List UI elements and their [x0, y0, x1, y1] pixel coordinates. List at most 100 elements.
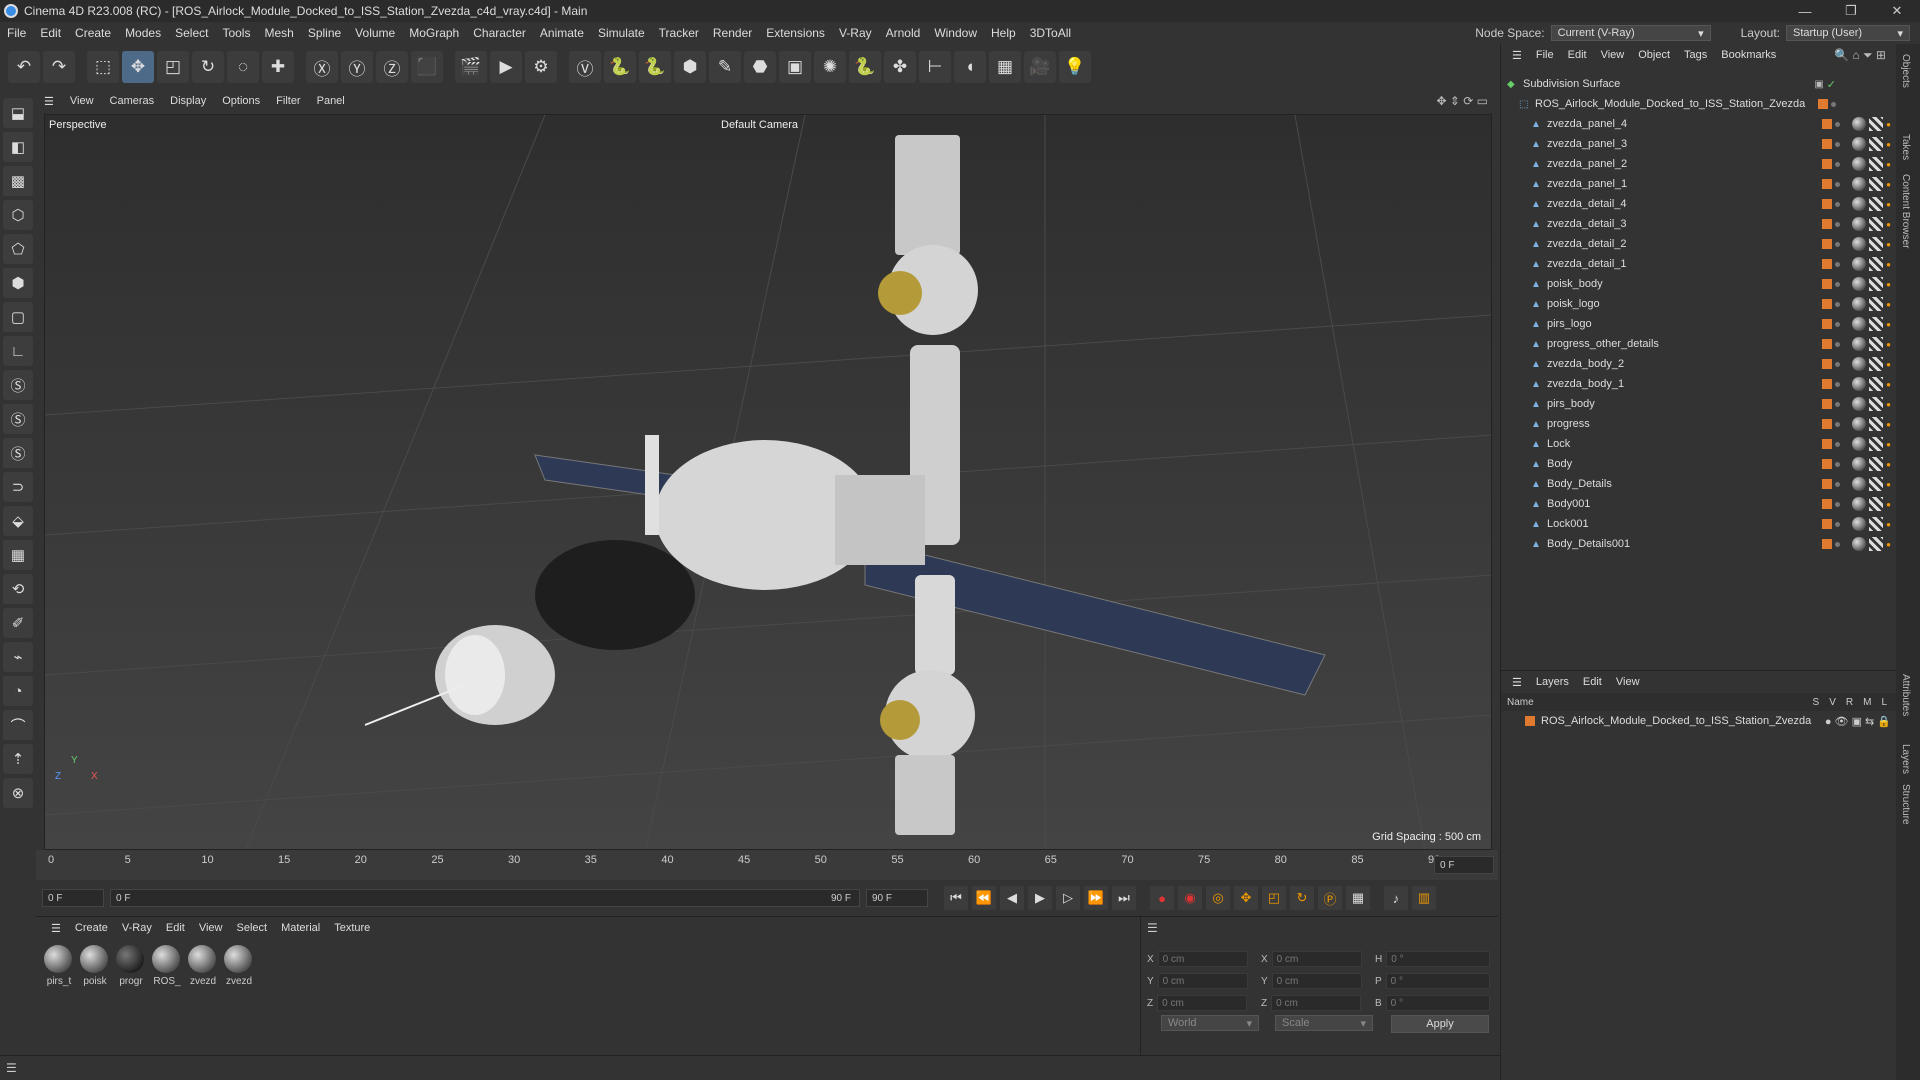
render-settings-button[interactable]: ⚙: [525, 51, 557, 83]
menu-create[interactable]: Create: [68, 26, 118, 40]
status-hamburger-icon[interactable]: ☰: [6, 1061, 17, 1075]
viewport-hamburger-icon[interactable]: ☰: [36, 95, 62, 108]
object-row[interactable]: ▲ progress ●: [1501, 414, 1897, 434]
layer-color-swatch[interactable]: [1822, 319, 1833, 329]
uvw-tag-icon[interactable]: [1869, 437, 1884, 451]
object-row[interactable]: ▲ poisk_logo ●: [1501, 294, 1897, 314]
material-tag-icon[interactable]: [1852, 417, 1867, 431]
autokey-button[interactable]: ◉: [1178, 886, 1202, 910]
next-key-button[interactable]: ⏩: [1084, 886, 1108, 910]
visibility-dot[interactable]: [1835, 121, 1841, 127]
timeline-window-button[interactable]: ▥: [1412, 886, 1436, 910]
size-z-field[interactable]: 0 cm: [1271, 995, 1362, 1011]
magnet-button[interactable]: ⊃: [3, 472, 33, 502]
material-menu-vray[interactable]: V-Ray: [115, 922, 159, 934]
objects-menu-edit[interactable]: Edit: [1561, 49, 1594, 61]
uvw-tag-icon[interactable]: [1869, 517, 1884, 531]
key-rotation-button[interactable]: ↻: [1290, 886, 1314, 910]
menu-tracker[interactable]: Tracker: [652, 26, 706, 40]
visibility-dot[interactable]: [1835, 141, 1841, 147]
menu-file[interactable]: File: [0, 26, 33, 40]
visibility-dot[interactable]: [1835, 161, 1841, 167]
visibility-dot[interactable]: [1835, 541, 1841, 547]
play-button[interactable]: ▶: [1028, 886, 1052, 910]
menu-tools[interactable]: Tools: [215, 26, 257, 40]
key-position-button[interactable]: ✥: [1234, 886, 1258, 910]
uvw-tag-icon[interactable]: [1869, 457, 1884, 471]
node-space-dropdown[interactable]: Current (V-Ray) ▾: [1550, 25, 1711, 41]
object-row[interactable]: ▲ Body ●: [1501, 454, 1897, 474]
viewport-menu-view[interactable]: View: [62, 95, 102, 107]
menu-modes[interactable]: Modes: [118, 26, 168, 40]
layer-color-swatch[interactable]: [1822, 159, 1833, 169]
rotation-p-field[interactable]: 0 °: [1385, 973, 1490, 989]
menu-arnold[interactable]: Arnold: [879, 26, 928, 40]
visibility-dot[interactable]: [1835, 421, 1841, 427]
prev-key-button[interactable]: ⏪: [972, 886, 996, 910]
menu-help[interactable]: Help: [984, 26, 1023, 40]
motion-system-button[interactable]: ♪: [1384, 886, 1408, 910]
layer-color-swatch[interactable]: [1822, 279, 1833, 289]
visibility-dot[interactable]: [1835, 341, 1841, 347]
y-axis-button[interactable]: Ⓨ: [341, 51, 373, 83]
visibility-dot[interactable]: [1835, 321, 1841, 327]
go-to-start-button[interactable]: ⏮: [944, 886, 968, 910]
object-row[interactable]: ▲ progress_other_details ●: [1501, 334, 1897, 354]
visibility-dot[interactable]: [1835, 241, 1841, 247]
uv-mode-button[interactable]: ▢: [3, 302, 33, 332]
layer-color-swatch[interactable]: [1818, 99, 1828, 109]
cloner-button[interactable]: ✤: [884, 51, 916, 83]
material-tag-icon[interactable]: [1852, 277, 1867, 291]
recent-tools-button[interactable]: ◌: [227, 51, 259, 83]
material-tag-icon[interactable]: [1852, 157, 1867, 171]
object-row-root[interactable]: ◆ Subdivision Surface ▣ ✓: [1501, 74, 1897, 94]
uvw-tag-icon[interactable]: [1869, 497, 1884, 511]
material-swatch[interactable]: poisk: [80, 945, 110, 987]
objects-menu-bookmarks[interactable]: Bookmarks: [1714, 49, 1783, 61]
position-x-field[interactable]: 0 cm: [1157, 951, 1248, 967]
undo-button[interactable]: ↶: [8, 51, 40, 83]
layer-color-swatch[interactable]: [1822, 379, 1833, 389]
object-row[interactable]: ▲ zvezda_panel_4 ●: [1501, 114, 1897, 134]
layers-menu-layers[interactable]: Layers: [1529, 676, 1576, 688]
layer-color-swatch[interactable]: [1822, 179, 1833, 189]
size-x-field[interactable]: 0 cm: [1271, 951, 1362, 967]
layer-color-swatch[interactable]: [1822, 199, 1833, 209]
tab-content-browser[interactable]: Content Browser: [1900, 174, 1911, 248]
vray-button[interactable]: Ⓥ: [569, 51, 601, 83]
visibility-dot[interactable]: [1835, 501, 1841, 507]
object-row[interactable]: ▲ Lock001 ●: [1501, 514, 1897, 534]
x-axis-button[interactable]: Ⓧ: [306, 51, 338, 83]
field-button[interactable]: ◖: [954, 51, 986, 83]
rotation-h-field[interactable]: 0 °: [1386, 951, 1491, 967]
editor-toggle-icon[interactable]: ▣: [1814, 79, 1823, 90]
bridge-button[interactable]: ⌒: [3, 710, 33, 740]
current-frame-field[interactable]: 0 F: [42, 889, 104, 907]
visibility-dot[interactable]: [1835, 201, 1841, 207]
material-tag-icon[interactable]: [1852, 237, 1867, 251]
visibility-dot[interactable]: [1835, 261, 1841, 267]
coordinates-hamburger-icon[interactable]: ☰: [1147, 921, 1158, 935]
visibility-dot[interactable]: [1835, 221, 1841, 227]
material-tag-icon[interactable]: [1852, 397, 1867, 411]
layer-color-swatch[interactable]: [1525, 716, 1535, 726]
visibility-dot[interactable]: [1835, 181, 1841, 187]
key-param-button[interactable]: Ⓟ: [1318, 886, 1342, 910]
uvw-tag-icon[interactable]: [1869, 117, 1884, 131]
object-row[interactable]: ▲ Lock ●: [1501, 434, 1897, 454]
rotate-button[interactable]: ↻: [192, 51, 224, 83]
menu-extensions[interactable]: Extensions: [759, 26, 832, 40]
material-swatch[interactable]: pirs_t: [44, 945, 74, 987]
material-tag-icon[interactable]: [1852, 517, 1867, 531]
objects-menu-file[interactable]: File: [1529, 49, 1561, 61]
material-tag-icon[interactable]: [1852, 337, 1867, 351]
menu-animate[interactable]: Animate: [533, 26, 591, 40]
snap-button-3[interactable]: Ⓢ: [3, 438, 33, 468]
apply-button[interactable]: Apply: [1391, 1015, 1489, 1033]
3d-viewport[interactable]: Perspective Default Camera Y X Z Grid Sp…: [44, 114, 1492, 850]
sculpt-button[interactable]: ⟲: [3, 574, 33, 604]
keyframe-selection-button[interactable]: ◎: [1206, 886, 1230, 910]
material-tag-icon[interactable]: [1852, 377, 1867, 391]
uvw-tag-icon[interactable]: [1869, 277, 1884, 291]
tab-structure[interactable]: Structure: [1900, 784, 1911, 825]
